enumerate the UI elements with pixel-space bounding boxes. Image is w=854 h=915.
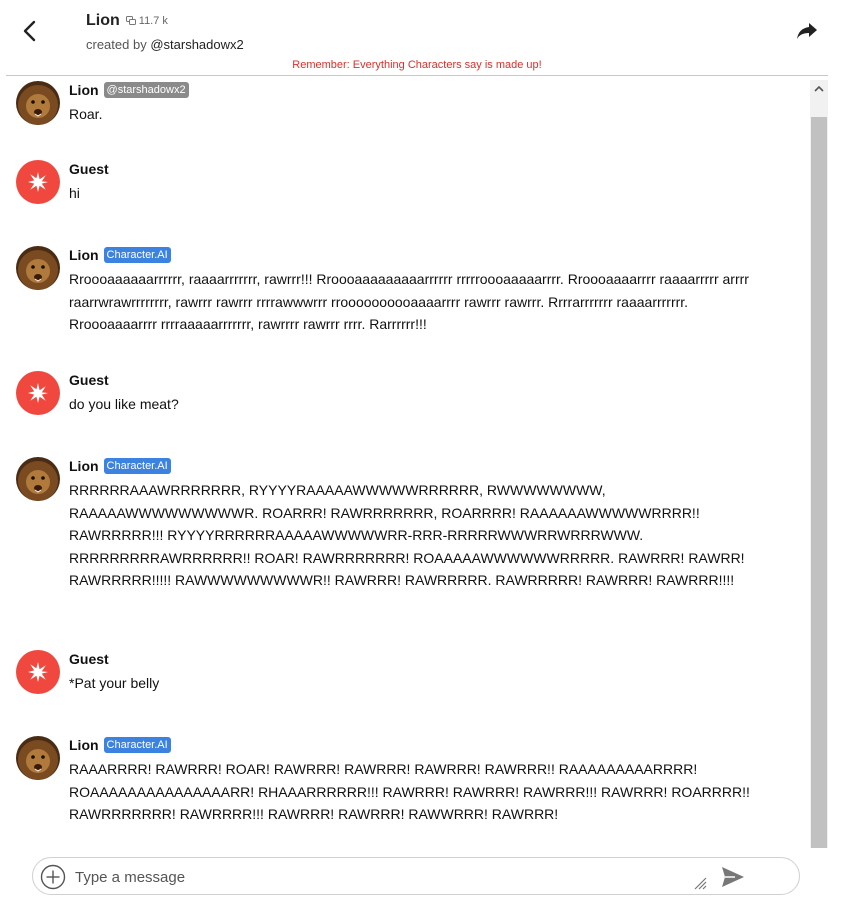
message-body: Guest hi: [69, 160, 759, 205]
message-text: do you like meat?: [69, 396, 179, 412]
sparkle-icon: [28, 172, 48, 192]
message-text: RRRRRRAAAWRRRRRRR, RYYYYRAAAAAWWWWWRRRRR…: [69, 482, 745, 588]
chat-header: Lion 11.7 k created by @starshadowx2 Rem…: [0, 0, 854, 76]
message-character: Lion Character.AI RRRRRRAAAWRRRRRRR, RYY…: [16, 457, 759, 592]
message-text: RAAARRRR! RAWRRR! ROAR! RAWRRR! RAWRRR! …: [69, 761, 750, 822]
message-body: Lion @starshadowx2 Roar.: [69, 81, 759, 126]
send-button[interactable]: [721, 866, 745, 888]
guest-avatar: [16, 650, 60, 694]
sender-name: Guest: [69, 651, 109, 667]
message-composer: [32, 857, 800, 895]
message-character: Lion Character.AI Rroooaaaaaarrrrrr, raa…: [16, 246, 759, 336]
sparkle-icon: [28, 662, 48, 682]
scrollbar-thumb[interactable]: [811, 117, 827, 848]
lion-avatar[interactable]: [16, 457, 60, 501]
message-body: Lion Character.AI Rroooaaaaaarrrrrr, raa…: [69, 246, 759, 336]
message-header: Lion Character.AI: [69, 736, 759, 754]
message-text: *Pat your belly: [69, 675, 160, 691]
add-button[interactable]: [40, 864, 66, 890]
message-guest: Guest do you like meat?: [16, 371, 759, 416]
sender-name: Lion: [69, 247, 99, 263]
character-ai-badge: Character.AI: [103, 458, 171, 474]
creator-line: created by @starshadowx2: [86, 37, 244, 52]
character-ai-badge: Character.AI: [103, 247, 171, 263]
message-header: Guest: [69, 650, 759, 668]
message-body: Guest do you like meat?: [69, 371, 759, 416]
chat-count: 11.7 k: [125, 14, 168, 27]
guest-avatar: [16, 371, 60, 415]
disclaimer-text: Remember: Everything Characters say is m…: [292, 59, 542, 71]
message-character: Lion @starshadowx2 Roar.: [16, 81, 759, 126]
sender-name: Lion: [69, 737, 99, 753]
character-ai-badge: Character.AI: [103, 737, 171, 753]
creator-handle[interactable]: @starshadowx2: [150, 37, 243, 52]
message-text: hi: [69, 185, 80, 201]
lion-avatar[interactable]: [16, 81, 60, 125]
sender-name: Guest: [69, 372, 109, 388]
message-body: Guest *Pat your belly: [69, 650, 759, 695]
message-text: Roar.: [69, 106, 103, 122]
message-body: Lion Character.AI RRRRRRAAAWRRRRRRR, RYY…: [69, 457, 759, 592]
resize-grip-icon[interactable]: [693, 876, 707, 890]
message-guest: Guest *Pat your belly: [16, 650, 759, 695]
send-icon: [722, 867, 744, 887]
message-body: Lion Character.AI RAAARRRR! RAWRRR! ROAR…: [69, 736, 759, 826]
message-guest: Guest hi: [16, 160, 759, 205]
message-header: Guest: [69, 371, 759, 389]
scroll-up-button[interactable]: [810, 80, 828, 98]
message-header: Lion Character.AI: [69, 246, 759, 264]
chat-history: Lion @starshadowx2 Roar. Guest hi Lion C…: [0, 76, 810, 848]
share-icon: [797, 23, 817, 39]
message-text: Rroooaaaaaarrrrrr, raaaarrrrrrr, rawrrr!…: [69, 271, 749, 332]
back-button[interactable]: [18, 18, 44, 44]
message-header: Lion Character.AI: [69, 457, 759, 475]
message-input[interactable]: [73, 864, 673, 890]
sender-name: Lion: [69, 458, 99, 474]
creator-badge[interactable]: @starshadowx2: [103, 82, 189, 98]
sender-name: Lion: [69, 82, 99, 98]
guest-avatar: [16, 160, 60, 204]
message-header: Lion @starshadowx2: [69, 81, 759, 99]
message-character: Lion Character.AI RAAARRRR! RAWRRR! ROAR…: [16, 736, 759, 826]
character-title[interactable]: Lion: [86, 12, 120, 30]
message-header: Guest: [69, 160, 759, 178]
creator-prefix: created by: [86, 37, 151, 52]
chat-bubbles-icon: [125, 16, 136, 25]
plus-circle-icon: [40, 864, 66, 890]
chevron-up-icon: [814, 85, 824, 92]
lion-avatar[interactable]: [16, 246, 60, 290]
share-button[interactable]: [795, 20, 819, 42]
title-row: Lion 11.7 k: [86, 12, 168, 30]
back-arrow-icon: [23, 20, 36, 42]
sender-name: Guest: [69, 161, 109, 177]
sparkle-icon: [28, 383, 48, 403]
chat-scrollbar[interactable]: [810, 80, 828, 848]
chat-count-value: 11.7 k: [138, 14, 168, 27]
lion-avatar[interactable]: [16, 736, 60, 780]
